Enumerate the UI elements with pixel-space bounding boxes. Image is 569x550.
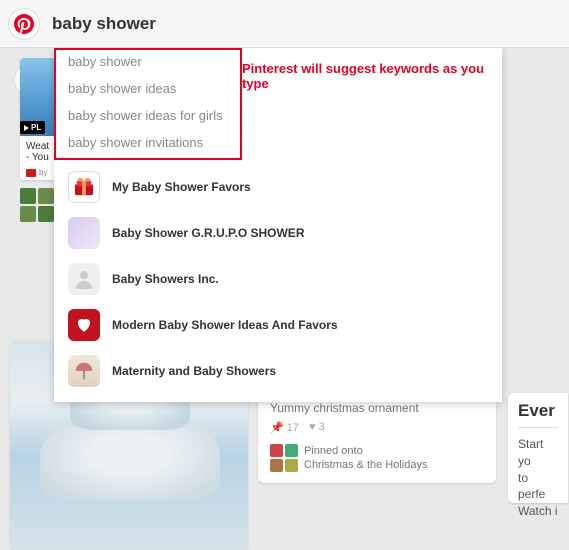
board-name: Christmas & the Holidays: [304, 458, 428, 472]
user-name: Baby Showers Inc.: [112, 272, 219, 286]
search-input[interactable]: [48, 7, 561, 41]
search-suggestions-dropdown: Pinterest will suggest keywords as you t…: [54, 48, 502, 402]
user-avatar: [68, 217, 100, 249]
user-avatar: [68, 263, 100, 295]
ever-title: Ever: [518, 401, 558, 428]
like-count: ♥ 3: [309, 421, 325, 434]
user-avatar: [68, 355, 100, 387]
heart-icon: [75, 316, 93, 334]
suggestion-item[interactable]: baby shower invitations: [54, 129, 502, 156]
user-result[interactable]: Modern Baby Shower Ideas And Favors: [54, 302, 502, 348]
user-name: Baby Shower G.R.U.P.O SHOWER: [112, 226, 304, 240]
user-result[interactable]: Maternity and Baby Showers: [54, 348, 502, 394]
user-name: Modern Baby Shower Ideas And Favors: [112, 318, 338, 332]
play-button[interactable]: PL: [20, 121, 45, 134]
user-avatar: [68, 171, 100, 203]
user-name: Maternity and Baby Showers: [112, 364, 276, 378]
ever-card[interactable]: Ever Start yo to perfe Watch i: [508, 393, 568, 503]
annotation-text: Pinterest will suggest keywords as you t…: [242, 61, 502, 91]
ornament-pin-card[interactable]: Yummy christmas ornament 📌 17 ♥ 3 Pinned…: [258, 393, 496, 483]
header-bar: [0, 0, 569, 48]
user-avatar: [68, 309, 100, 341]
user-name: My Baby Shower Favors: [112, 180, 251, 194]
pinned-label: Pinned onto: [304, 444, 428, 458]
thumb[interactable]: [20, 206, 36, 222]
repin-count: 📌 17: [270, 421, 299, 434]
user-result[interactable]: My Baby Shower Favors: [54, 164, 502, 210]
ever-text: Start yo to perfe Watch i: [518, 436, 558, 520]
thumb[interactable]: [20, 188, 36, 204]
pin-stats: 📌 17 ♥ 3: [270, 421, 484, 434]
person-icon: [72, 267, 96, 291]
gift-icon: [73, 177, 95, 197]
thumb[interactable]: [38, 206, 54, 222]
youtube-icon: [26, 169, 36, 177]
pinterest-logo[interactable]: [8, 8, 40, 40]
pin-title: Yummy christmas ornament: [270, 401, 484, 415]
suggestion-item[interactable]: baby shower ideas for girls: [54, 102, 502, 129]
user-result[interactable]: Baby Showers Inc.: [54, 256, 502, 302]
thumb[interactable]: [38, 188, 54, 204]
user-result[interactable]: Baby Shower G.R.U.P.O SHOWER: [54, 210, 502, 256]
umbrella-icon: [74, 361, 94, 381]
pinterest-icon: [14, 14, 34, 34]
pinned-onto-section[interactable]: Pinned onto Christmas & the Holidays: [270, 444, 484, 473]
